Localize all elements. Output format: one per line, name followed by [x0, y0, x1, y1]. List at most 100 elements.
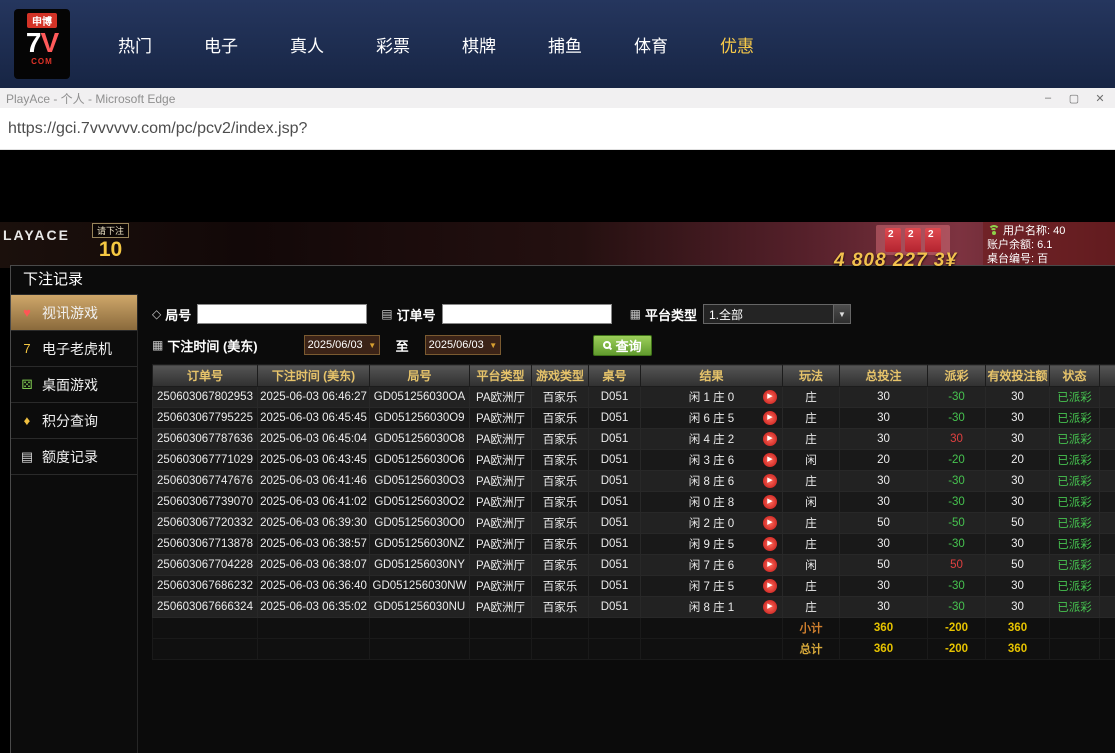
cell: 250603067713878 [153, 534, 258, 555]
table-row: 2506030677952252025-06-03 06:45:45GD0512… [153, 408, 1115, 429]
column-header: 玩法 [783, 365, 840, 387]
sidebar-item[interactable]: ▤额度记录 [11, 439, 137, 475]
result-text: 闲 6 庄 5 [689, 413, 734, 425]
nav-item[interactable]: 捕鱼 [522, 32, 608, 57]
to-label: 至 [396, 336, 409, 355]
records-content: ◇局号 ▤订单号 ▦平台类型 1.全部 ▼ ▦下注时间 (美东) [138, 294, 1115, 753]
cell: 百家乐 [532, 555, 589, 576]
cell: PA欧洲厅 [470, 597, 532, 618]
total-bet-cell: 30 [840, 471, 928, 492]
logo-v: V [40, 27, 58, 58]
cell: 250603067802953 [153, 387, 258, 408]
play-type-cell: 庄 [783, 408, 840, 429]
total-bet-cell: 50 [840, 513, 928, 534]
nav-item[interactable]: 真人 [264, 32, 350, 57]
playing-card: 2 [905, 228, 921, 252]
result-cell: 闲 8 庄 6▶ [641, 471, 783, 492]
cell: D051 [589, 492, 641, 513]
video-replay-button[interactable]: ▶ [763, 432, 777, 446]
nav-item[interactable]: 电子 [178, 32, 264, 57]
close-button[interactable]: ✕ [1087, 88, 1113, 108]
video-replay-button[interactable]: ▶ [763, 516, 777, 530]
nav-item[interactable]: 优惠 [694, 32, 780, 57]
platform-select[interactable]: 1.全部 ▼ [703, 304, 851, 324]
date-to-select[interactable]: 2025/06/03 ▼ [425, 335, 501, 355]
cell: 250603067686232 [153, 576, 258, 597]
logo-sub: COM [31, 57, 53, 66]
nav-item[interactable]: 体育 [608, 32, 694, 57]
sidebar-item-label: 视讯游戏 [42, 303, 98, 323]
cell: GD051256030O8 [370, 429, 470, 450]
video-replay-button[interactable]: ▶ [763, 558, 777, 572]
video-replay-button[interactable]: ▶ [763, 579, 777, 593]
balance-line: 账户余额: 6.1 [987, 238, 1111, 252]
playing-card: 2 [925, 228, 941, 252]
video-replay-button[interactable]: ▶ [763, 600, 777, 614]
valid-bet-cell: 30 [986, 492, 1050, 513]
filter-row-1: ◇局号 ▤订单号 ▦平台类型 1.全部 ▼ [152, 302, 1115, 326]
video-replay-button[interactable]: ▶ [763, 495, 777, 509]
status-cell: 已派彩 [1050, 450, 1100, 471]
video-replay-button[interactable]: ▶ [763, 537, 777, 551]
site-top-nav: 申博 7V COM 热门电子真人彩票棋牌捕鱼体育优惠 [0, 0, 1115, 88]
cell: 250603067720332 [153, 513, 258, 534]
cell: D051 [589, 555, 641, 576]
result-cell: 闲 8 庄 1▶ [641, 597, 783, 618]
sidebar-item[interactable]: ⚄桌面游戏 [11, 367, 137, 403]
maximize-button[interactable]: ▢ [1061, 88, 1087, 108]
cell [470, 618, 532, 639]
payout-cell: -30 [928, 408, 986, 429]
sidebar-item[interactable]: 7电子老虎机 [11, 331, 137, 367]
result-text: 闲 1 庄 0 [689, 392, 734, 404]
status-cell: 已派彩 [1050, 429, 1100, 450]
search-button[interactable]: 查询 [593, 335, 652, 356]
status-cell: 已派彩 [1050, 534, 1100, 555]
order-input[interactable] [442, 304, 612, 324]
nav-items: 热门电子真人彩票棋牌捕鱼体育优惠 [92, 32, 780, 57]
cell [589, 639, 641, 660]
cell: 百家乐 [532, 597, 589, 618]
table-row: 2506030676663242025-06-03 06:35:02GD0512… [153, 597, 1115, 618]
nav-item[interactable]: 热门 [92, 32, 178, 57]
minimize-button[interactable]: – [1035, 88, 1061, 108]
round-label: 局号 [165, 305, 191, 324]
result-text: 闲 7 庄 6 [689, 560, 734, 572]
video-replay-button[interactable]: ▶ [763, 453, 777, 467]
cell: 2025-06-03 06:41:46 [258, 471, 370, 492]
cell: GD051256030O9 [370, 408, 470, 429]
points-icon: ♦ [19, 413, 35, 428]
result-cell: 闲 7 庄 5▶ [641, 576, 783, 597]
logo-7: 7 [26, 27, 41, 58]
subtotal-payout: -200 [928, 618, 986, 639]
column-header: 下注时间 (美东) [258, 365, 370, 387]
bet-records-panel: 下注记录 ♥视讯游戏7电子老虎机⚄桌面游戏♦积分查询▤额度记录 ◇局号 ▤订单号… [10, 265, 1115, 753]
total-row: 总计360-200360 [153, 639, 1115, 660]
date-from-select[interactable]: 2025/06/03 ▼ [304, 335, 380, 355]
video-replay-button[interactable]: ▶ [763, 474, 777, 488]
nav-item[interactable]: 彩票 [350, 32, 436, 57]
sidebar-item-label: 桌面游戏 [42, 375, 98, 395]
browser-address-bar[interactable]: https://gci.7vvvvvv.com/pc/pcv2/index.js… [0, 108, 1115, 150]
valid-bet-cell: 30 [986, 576, 1050, 597]
time-label-group: ▦下注时间 (美东) [152, 336, 258, 355]
sidebar-item[interactable]: ♥视讯游戏 [11, 295, 137, 331]
cell: 2025-06-03 06:38:57 [258, 534, 370, 555]
sidebar-item[interactable]: ♦积分查询 [11, 403, 137, 439]
valid-bet-cell: 50 [986, 555, 1050, 576]
status-cell: 已派彩 [1050, 408, 1100, 429]
video-replay-button[interactable]: ▶ [763, 411, 777, 425]
result-text: 闲 0 庄 8 [689, 497, 734, 509]
cell: GD051256030OA [370, 387, 470, 408]
round-input[interactable] [197, 304, 367, 324]
nav-item[interactable]: 棋牌 [436, 32, 522, 57]
cell: 250603067795225 [153, 408, 258, 429]
playace-brand: LAYACE [3, 227, 70, 243]
video-replay-button[interactable]: ▶ [763, 390, 777, 404]
filter-row-2: ▦下注时间 (美东) 2025/06/03 ▼ 至 2025/06/03 ▼ [152, 333, 1115, 357]
url-text: https://gci.7vvvvvv.com/pc/pcv2/index.js… [8, 120, 307, 138]
payout-cell: 30 [928, 429, 986, 450]
column-header: 结果 [641, 365, 783, 387]
column-header: 派彩 [928, 365, 986, 387]
logo-main: 7V [26, 28, 58, 57]
brand-logo[interactable]: 申博 7V COM [14, 9, 70, 79]
